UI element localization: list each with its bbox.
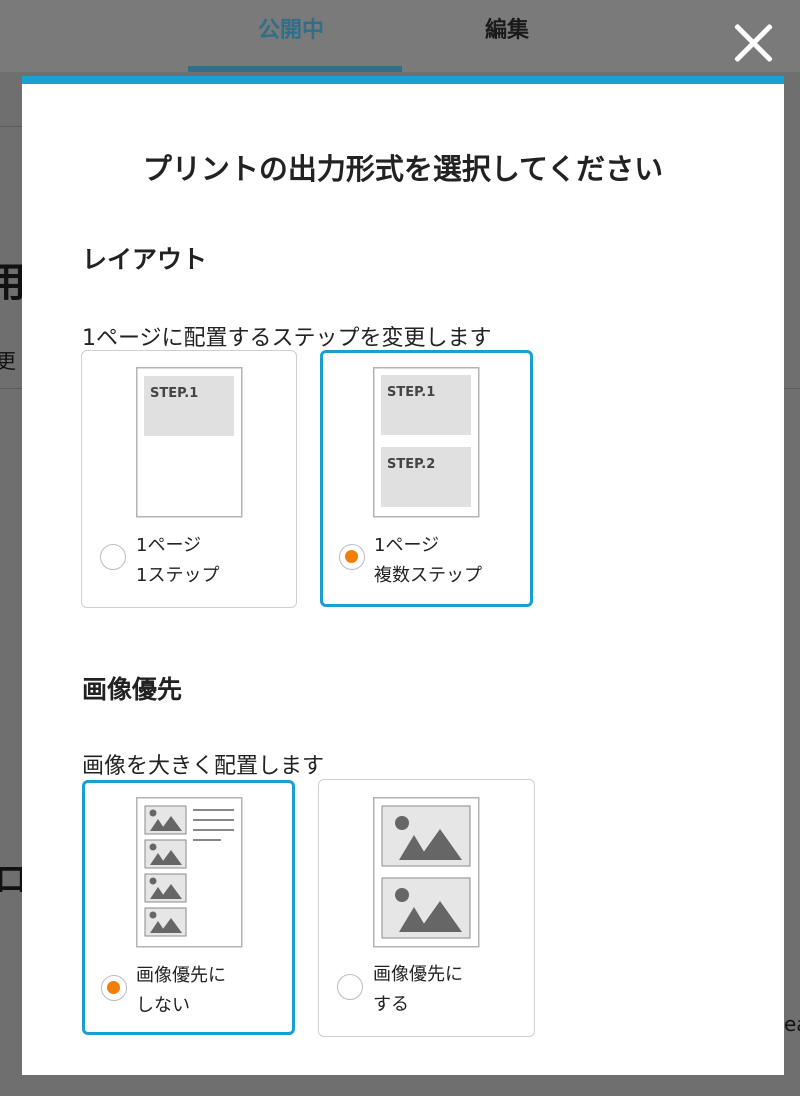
option-label: 画像優先に しない <box>136 961 226 1021</box>
close-icon[interactable] <box>730 20 776 66</box>
background-text-fragment: ea <box>784 1012 800 1036</box>
radio-button[interactable] <box>337 974 363 1000</box>
image-placeholder-icon <box>144 907 187 937</box>
option-label-line: する <box>373 994 409 1015</box>
image-priority-section-description: 画像を大きく配置します <box>82 754 325 779</box>
option-label-line: 1ステップ <box>136 565 220 586</box>
image-priority-off-option[interactable]: 画像優先に しない <box>82 780 295 1035</box>
divider <box>0 388 22 389</box>
multi-step-layout-thumbnail: STEP.1 STEP.2 <box>373 367 480 518</box>
option-label: 1ページ 複数ステップ <box>374 531 482 591</box>
option-label-line: 1ページ <box>374 535 440 556</box>
tab-published[interactable]: 公開中 <box>258 12 324 44</box>
print-format-dialog: プリントの出力形式を選択してください レイアウト 1ページに配置するステップを変… <box>22 76 784 1075</box>
image-priority-on-thumbnail <box>373 797 480 948</box>
image-placeholder-icon <box>144 839 187 869</box>
image-placeholder-icon <box>144 873 187 903</box>
divider <box>784 388 800 389</box>
tab-bar: 公開中 編集 <box>0 0 800 72</box>
option-label-line: しない <box>136 995 190 1016</box>
one-step-layout-thumbnail: STEP.1 <box>136 367 243 518</box>
background-text-fragment: 更 <box>0 349 16 373</box>
active-tab-indicator <box>188 66 402 72</box>
divider <box>0 126 22 127</box>
radio-button-selected[interactable] <box>101 975 127 1001</box>
radio-button-selected[interactable] <box>339 544 365 570</box>
image-placeholder-icon <box>381 805 471 867</box>
image-placeholder-icon <box>144 805 187 835</box>
layout-option-multi-step[interactable]: STEP.1 STEP.2 1ページ 複数ステップ <box>320 350 533 607</box>
image-priority-on-option[interactable]: 画像優先に する <box>318 779 535 1037</box>
image-priority-off-thumbnail <box>136 797 243 948</box>
option-label-line: 複数ステップ <box>374 565 482 586</box>
step-label: STEP.1 <box>387 385 435 400</box>
layout-section-title: レイアウト <box>82 245 208 274</box>
option-label: 画像優先に する <box>373 960 463 1020</box>
step-label: STEP.1 <box>150 386 198 401</box>
image-placeholder-icon <box>381 877 471 939</box>
layout-option-one-step[interactable]: STEP.1 1ページ 1ステップ <box>81 350 297 608</box>
tab-edit[interactable]: 編集 <box>485 12 529 44</box>
dialog-title: プリントの出力形式を選択してください <box>142 152 664 186</box>
option-label-line: 画像優先に <box>373 964 463 985</box>
image-priority-section-title: 画像優先 <box>82 675 183 704</box>
layout-section-description: 1ページに配置するステップを変更します <box>82 326 492 351</box>
option-label-line: 1ページ <box>136 535 202 556</box>
radio-button[interactable] <box>100 544 126 570</box>
option-label: 1ページ 1ステップ <box>136 531 219 591</box>
option-label-line: 画像優先に <box>136 965 226 986</box>
step-label: STEP.2 <box>387 457 435 472</box>
